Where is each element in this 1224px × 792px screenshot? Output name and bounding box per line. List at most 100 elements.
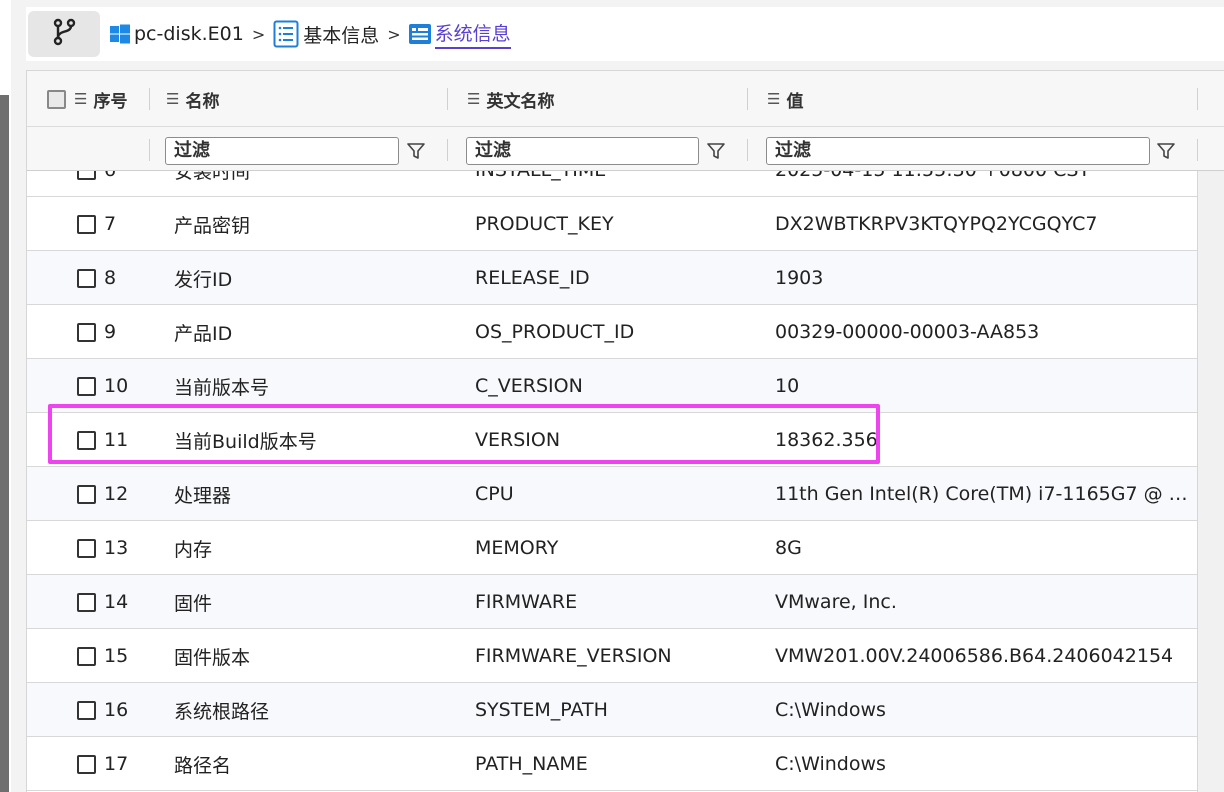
breadcrumb-item-system-info[interactable]: 系统信息 (408, 19, 511, 49)
column-menu-icon[interactable]: ☰ (767, 90, 780, 108)
row-value: 8G (775, 537, 802, 559)
header-name-label: 名称 (185, 91, 220, 112)
breadcrumb-item-basic-info[interactable]: 基本信息 (273, 20, 379, 48)
row-en-name-cell: CPU (475, 483, 514, 505)
row-value-cell: 8G (775, 521, 1195, 575)
row-checkbox[interactable] (77, 484, 96, 504)
row-index: 16 (104, 699, 129, 721)
row-index: 12 (104, 483, 129, 505)
row-value-cell: 18362.356 (775, 413, 1195, 467)
column-divider (747, 139, 748, 161)
row-value: 10 (775, 375, 800, 397)
row-value-cell: C:\Windows (775, 683, 1195, 737)
breadcrumb-label: 基本信息 (303, 24, 380, 47)
table-row[interactable]: 11 当前Build版本号 VERSION 18362.356 (27, 413, 1197, 467)
row-value-cell: 11th Gen Intel(R) Core(TM) i7-1165G7 @ 2… (775, 467, 1195, 521)
table-row[interactable]: 6 安装时间 INSTALL_TIME 2025-04-15 11:55:30 … (27, 171, 1197, 197)
row-index: 7 (104, 213, 117, 235)
row-index-cell: 11 (77, 413, 177, 467)
header-value[interactable]: ☰ 值 (767, 71, 803, 127)
grid-body: 6 安装时间 INSTALL_TIME 2025-04-15 11:55:30 … (27, 171, 1224, 792)
breadcrumb: pc-disk.E01 > 基本信息 > 系统信息 (110, 19, 511, 49)
row-checkbox[interactable] (77, 754, 96, 774)
row-index: 6 (104, 171, 116, 181)
filter-input-value[interactable]: 过滤 (766, 137, 1150, 165)
row-en-name-cell: C_VERSION (475, 375, 583, 397)
table-row[interactable]: 15 固件版本 FIRMWARE_VERSION VMW201.00V.2400658… (27, 629, 1197, 683)
breadcrumb-label: pc-disk.E01 (134, 23, 244, 45)
row-name-cell: 当前版本号 (174, 376, 270, 399)
row-checkbox[interactable] (77, 430, 96, 450)
row-checkbox[interactable] (77, 592, 96, 612)
table-row[interactable]: 7 产品密钥 PRODUCT_KEY DX2WBTKRPV3KTQYPQ2YCGQYC… (27, 197, 1197, 251)
filter-input-en-name[interactable]: 过滤 (466, 137, 699, 165)
row-checkbox[interactable] (77, 171, 96, 180)
row-index-cell: 9 (77, 305, 177, 359)
table-row[interactable]: 14 固件 FIRMWARE VMware, Inc. (27, 575, 1197, 629)
table-row[interactable]: 13 内存 MEMORY 8G (27, 521, 1197, 575)
row-index-cell: 12 (77, 467, 177, 521)
git-branch-button[interactable] (28, 11, 100, 57)
table-row[interactable]: 12 处理器 CPU 11th Gen Intel(R) Core(TM) i7-11… (27, 467, 1197, 521)
row-checkbox[interactable] (77, 376, 96, 396)
row-value: C:\Windows (775, 699, 886, 721)
row-value: 2025-04-15 11:55:30 +0800 CST (775, 171, 1090, 181)
filter-icon[interactable] (705, 139, 727, 163)
left-panel-edge (0, 0, 11, 792)
header-name[interactable]: ☰ 名称 (166, 71, 219, 127)
row-name-cell: 路径名 (174, 754, 232, 777)
column-divider[interactable] (447, 88, 448, 110)
filter-icon[interactable] (1155, 139, 1177, 163)
row-name-cell: 固件 (174, 592, 213, 615)
column-menu-icon[interactable]: ☰ (467, 90, 480, 108)
header-en-name[interactable]: ☰ 英文名称 (467, 71, 554, 127)
row-name-cell: 处理器 (174, 484, 232, 507)
header-en-name-label: 英文名称 (486, 91, 555, 112)
row-index: 8 (104, 267, 117, 289)
row-name-cell: 安装时间 (174, 171, 251, 183)
header-index[interactable]: ☰ 序号 (47, 71, 127, 127)
row-index: 10 (104, 375, 129, 397)
table-row[interactable]: 10 当前版本号 C_VERSION 10 (27, 359, 1197, 413)
row-value-cell: 2025-04-15 11:55:30 +0800 CST (775, 171, 1195, 197)
row-name-cell: 固件版本 (174, 646, 251, 669)
row-index-cell: 16 (77, 683, 177, 737)
column-divider[interactable] (149, 88, 150, 110)
row-name-cell: 系统根路径 (174, 700, 270, 723)
row-checkbox[interactable] (77, 322, 96, 342)
filter-input-name[interactable]: 过滤 (165, 137, 399, 165)
row-name-cell: 发行ID (174, 268, 233, 291)
row-en-name-cell: MEMORY (475, 537, 559, 559)
column-menu-icon[interactable]: ☰ (74, 90, 87, 108)
gutter (11, 0, 26, 792)
table-row[interactable]: 8 发行ID RELEASE_ID 1903 (27, 251, 1197, 305)
row-value: C:\Windows (775, 753, 886, 775)
table-row[interactable]: 16 系统根路径 SYSTEM_PATH C:\Windows (27, 683, 1197, 737)
row-checkbox[interactable] (77, 538, 96, 558)
row-value-cell: 10 (775, 359, 1195, 413)
row-checkbox[interactable] (77, 268, 96, 288)
row-index: 11 (104, 429, 129, 451)
select-all-checkbox[interactable] (47, 89, 66, 109)
table-row[interactable]: 17 路径名 PATH_NAME C:\Windows (27, 737, 1197, 791)
filter-icon[interactable] (405, 139, 427, 163)
data-grid: ☰ 序号 ☰ 名称 ☰ 英文名称 ☰ 值 过滤 过滤 过滤 安装时间 7 产品密… (26, 70, 1224, 792)
row-value-cell: 00329-00000-00003-AA853 (775, 305, 1195, 359)
row-checkbox[interactable] (77, 214, 96, 234)
row-value: DX2WBTKRPV3KTQYPQ2YCGQYC7 (775, 213, 1098, 235)
left-scrollbar[interactable] (0, 95, 9, 792)
column-menu-icon[interactable]: ☰ (166, 90, 179, 108)
row-name-cell: 产品密钥 (174, 214, 251, 237)
row-value-cell: 1903 (775, 251, 1195, 305)
column-divider[interactable] (1197, 88, 1198, 110)
row-en-name-cell: FIRMWARE (475, 591, 578, 613)
table-row[interactable]: 9 产品ID OS_PRODUCT_ID 00329-00000-00003-AA85… (27, 305, 1197, 359)
column-divider (149, 139, 150, 161)
row-checkbox[interactable] (77, 646, 96, 666)
breadcrumb-item-disk[interactable]: pc-disk.E01 (110, 23, 244, 45)
row-checkbox[interactable] (77, 700, 96, 720)
row-index: 15 (104, 645, 129, 667)
row-index-cell: 13 (77, 521, 177, 575)
column-divider[interactable] (747, 88, 748, 110)
row-value: 11th Gen Intel(R) Core(TM) i7-1165G7 @ 2… (775, 483, 1190, 505)
